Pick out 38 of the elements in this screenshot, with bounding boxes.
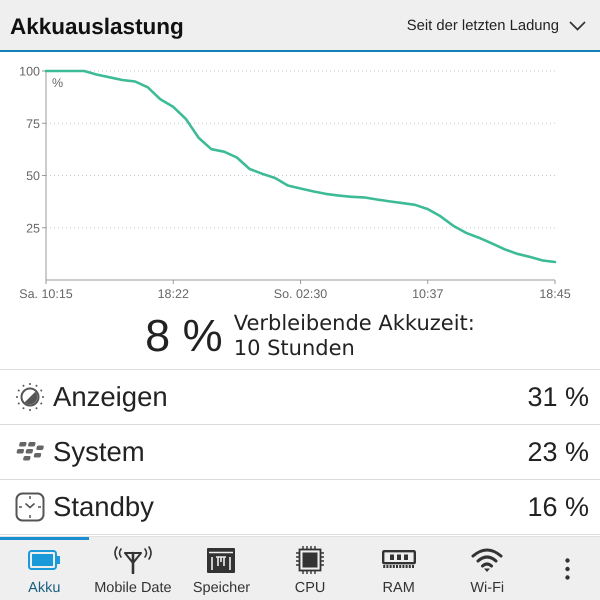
remaining-time-label: Verbleibende Akkuzeit: — [234, 310, 475, 336]
y-tick-label: 25 — [26, 221, 40, 236]
usage-name: System — [53, 436, 145, 468]
x-tick-label: 18:45 — [539, 287, 571, 301]
bottom-tab[interactable]: Akku — [0, 537, 89, 600]
more-icon — [565, 558, 570, 580]
remaining-time-value: 10 Stunden — [234, 336, 356, 360]
usage-share: 23 % — [527, 436, 589, 468]
y-tick-label: 75 — [26, 116, 40, 131]
storage-icon — [207, 548, 236, 572]
x-tick-label: 10:37 — [412, 287, 444, 301]
battery-icon — [28, 550, 60, 570]
bottom-tab[interactable]: CPU — [266, 537, 354, 600]
y-axis-unit-label: % — [52, 76, 64, 90]
antenna-icon — [112, 546, 153, 574]
chevron-down-icon — [569, 21, 586, 31]
x-tick-label: So. 02:30 — [274, 287, 328, 301]
y-tick-label: 50 — [26, 169, 40, 183]
usage-share: 31 % — [527, 382, 589, 412]
bottom-tab[interactable]: Wi-Fi — [442, 537, 532, 600]
usage-name: Standby — [53, 491, 154, 523]
cpu-chip-icon — [296, 546, 324, 574]
ram-module-icon — [382, 550, 416, 570]
x-tick-label: 18:22 — [158, 287, 189, 301]
usage-name: Anzeigen — [53, 381, 168, 413]
battery-percent: 8 % — [145, 313, 223, 358]
brightness-icon — [15, 382, 45, 412]
y-tick-label: 100 — [19, 64, 40, 78]
bottom-tab[interactable]: Speicher — [177, 537, 266, 600]
logo-icon — [15, 441, 45, 463]
clock-icon — [15, 492, 45, 522]
x-tick-label: Sa. 10:15 — [19, 287, 73, 301]
bottom-tab[interactable]: RAM — [354, 537, 443, 600]
page-title: Akkuauslastung — [10, 13, 184, 40]
usage-share: 16 % — [527, 492, 589, 522]
period-dropdown[interactable]: Seit der letzten Ladung — [406, 14, 586, 38]
wifi-icon — [471, 547, 504, 573]
bottom-tab[interactable]: Mobile Date — [88, 537, 178, 600]
